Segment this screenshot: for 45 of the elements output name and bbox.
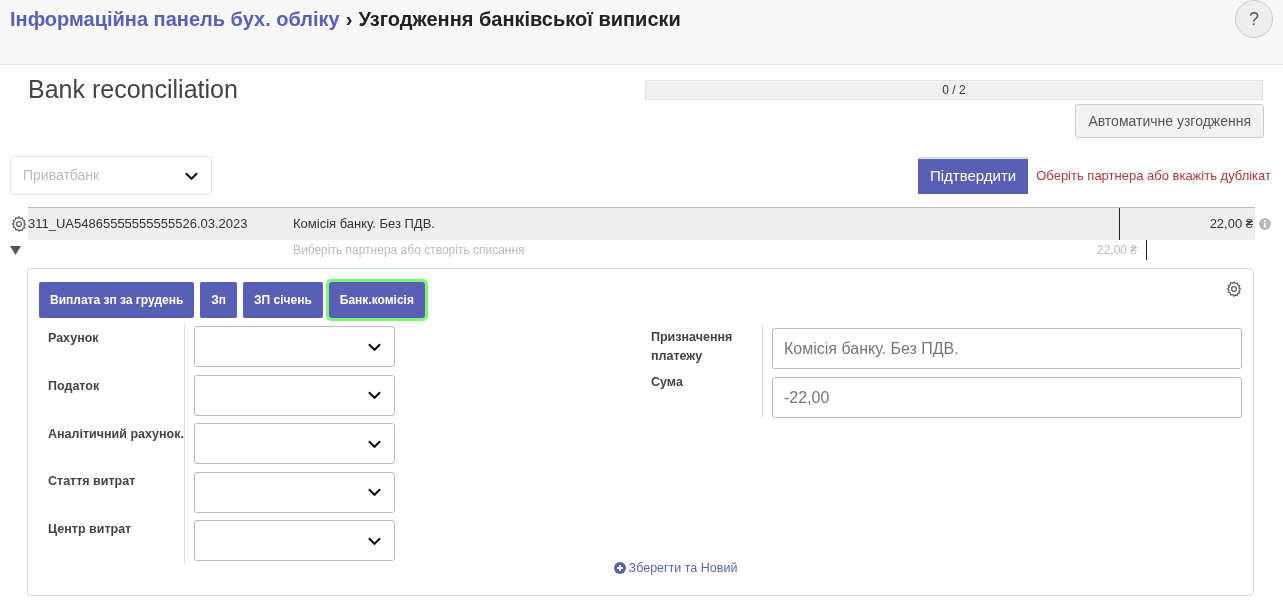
chevron-down-icon	[367, 487, 382, 497]
select-field[interactable]	[194, 423, 395, 464]
field-label: Податок	[47, 377, 101, 395]
select-field[interactable]	[194, 471, 395, 513]
breadcrumb-link[interactable]: Інформаційна панель бух. обліку	[10, 4, 340, 34]
page-title: Узгодження банківської виписки	[358, 7, 681, 32]
validation-notice: Оберіть партнера або вкажіть дублікат	[1036, 166, 1271, 185]
auto-reconcile-button[interactable]: Автоматичне узгодження	[1075, 104, 1264, 138]
expand-caret-icon[interactable]	[10, 245, 21, 255]
help-button[interactable]: ?	[1235, 0, 1273, 38]
reconcile-model-button[interactable]: Банк.комісія	[328, 282, 425, 318]
chevron-down-icon	[367, 341, 382, 352]
validate-button[interactable]: Підтвердити	[918, 157, 1029, 194]
select-field[interactable]	[194, 374, 395, 416]
field-label: Стаття витрат	[47, 473, 137, 491]
journal-placeholder: Приватбанк	[23, 166, 100, 185]
text-field[interactable]: Комісія банку. Без ПДВ.	[772, 328, 1242, 369]
field-label: Призначення платежу	[651, 329, 734, 365]
field-label: Центр витрат	[47, 521, 133, 539]
chevron-down-icon	[367, 438, 382, 449]
chevron-down-icon	[367, 390, 382, 400]
plus-circle-icon	[613, 562, 626, 575]
chevron-down-icon	[184, 170, 199, 181]
select-field[interactable]	[194, 520, 395, 561]
breadcrumb-separator: ›	[345, 7, 353, 32]
partner-hint: Виберіть партнера або створіть списання	[293, 242, 526, 259]
field-label: Рахунок	[47, 330, 100, 347]
statement-reference: 311_UA54865555555555526.03.2023	[28, 215, 249, 234]
progress-label: 0 / 2	[942, 82, 966, 99]
info-icon	[1259, 217, 1271, 230]
save-and-new-link[interactable]: Зберегти та Новий	[613, 559, 738, 578]
reconcile-model-button[interactable]: ЗП січень	[243, 282, 323, 318]
statement-amount: 22,00 ₴	[1208, 215, 1254, 234]
field-label: Сума	[651, 374, 684, 391]
chevron-down-icon	[367, 535, 382, 546]
field-label: Аналітичний рахунок.	[47, 425, 184, 443]
statement-label: Комісія банку. Без ПДВ.	[293, 215, 436, 234]
reconciliation-title: Bank reconciliation	[28, 74, 238, 105]
open-amount: 22,00 ₴	[1095, 242, 1137, 259]
select-field[interactable]	[194, 326, 395, 367]
reconcile-model-button[interactable]: Виплата зп за грудень	[39, 282, 195, 318]
reconcile-model-button[interactable]: Зп	[200, 282, 238, 318]
settings-icon[interactable]	[10, 214, 28, 233]
settings-icon[interactable]	[1225, 280, 1243, 298]
text-field[interactable]: -22,00	[772, 377, 1242, 418]
